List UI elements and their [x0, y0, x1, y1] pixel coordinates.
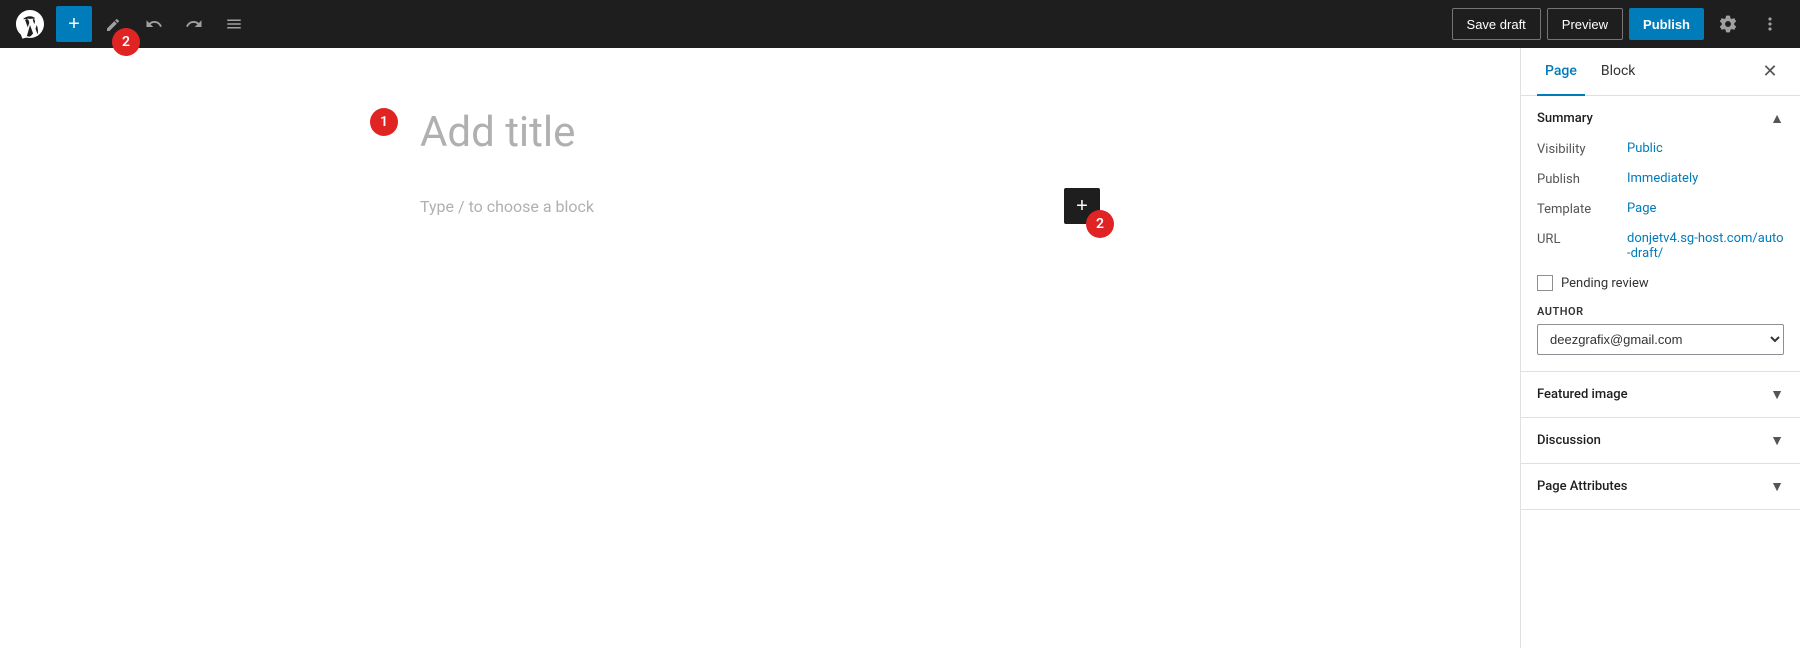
discussion-chevron-icon: ▼: [1770, 432, 1784, 449]
template-row: Template Page: [1537, 201, 1784, 217]
block-add-container: + 2: [1064, 188, 1100, 224]
preview-button[interactable]: Preview: [1547, 8, 1623, 40]
author-section: AUTHOR deezgrafix@gmail.com: [1537, 305, 1784, 355]
document-overview-button[interactable]: [216, 6, 252, 42]
discussion-section: Discussion ▼: [1521, 418, 1800, 464]
block-placeholder[interactable]: Type / to choose a block: [420, 197, 594, 216]
url-row: URL donjetv4.sg-host.com/auto-draft/: [1537, 231, 1784, 261]
summary-title: Summary: [1537, 111, 1593, 126]
block-area: Type / to choose a block + 2: [420, 188, 1100, 224]
title-section: 1 Add title: [420, 108, 1100, 158]
badge-1-indicator: 1: [370, 108, 398, 136]
publish-button[interactable]: Publish: [1629, 8, 1704, 40]
undo-button[interactable]: [136, 6, 172, 42]
title-input[interactable]: Add title: [420, 108, 1100, 158]
toolbar-right: Save draft Preview Publish: [1452, 6, 1788, 42]
pending-review-checkbox[interactable]: [1537, 275, 1553, 291]
editor-content: 1 Add title Type / to choose a block + 2: [340, 48, 1180, 284]
sidebar: Page Block ✕ Summary ▲ Visibility Public…: [1520, 48, 1800, 648]
featured-image-title: Featured image: [1537, 387, 1628, 402]
settings-button[interactable]: [1710, 6, 1746, 42]
featured-image-section: Featured image ▼: [1521, 372, 1800, 418]
summary-section-body: Visibility Public Publish Immediately Te…: [1521, 141, 1800, 371]
toolbar-left: + 2: [12, 6, 1448, 42]
featured-image-header[interactable]: Featured image ▼: [1521, 372, 1800, 417]
save-draft-button[interactable]: Save draft: [1452, 8, 1541, 40]
url-label: URL: [1537, 231, 1627, 247]
summary-chevron-icon: ▲: [1770, 110, 1784, 127]
page-attributes-title: Page Attributes: [1537, 479, 1627, 494]
publish-label: Publish: [1537, 171, 1627, 187]
discussion-title: Discussion: [1537, 433, 1601, 448]
page-attributes-header[interactable]: Page Attributes ▼: [1521, 464, 1800, 509]
summary-section: Summary ▲ Visibility Public Publish Imme…: [1521, 96, 1800, 372]
pending-review-row: Pending review: [1537, 275, 1784, 291]
sidebar-tabs: Page Block ✕: [1521, 48, 1800, 96]
page-attributes-section: Page Attributes ▼: [1521, 464, 1800, 510]
visibility-value[interactable]: Public: [1627, 141, 1663, 156]
tab-block[interactable]: Block: [1593, 48, 1644, 96]
author-select[interactable]: deezgrafix@gmail.com: [1537, 324, 1784, 355]
discussion-header[interactable]: Discussion ▼: [1521, 418, 1800, 463]
template-value[interactable]: Page: [1627, 201, 1656, 216]
main-area: 1 Add title Type / to choose a block + 2…: [0, 48, 1800, 648]
publish-row: Publish Immediately: [1537, 171, 1784, 187]
redo-button[interactable]: [176, 6, 212, 42]
visibility-label: Visibility: [1537, 141, 1627, 157]
author-label: AUTHOR: [1537, 305, 1784, 318]
tab-page[interactable]: Page: [1537, 48, 1585, 96]
main-toolbar: + 2 Save draft Pre: [0, 0, 1800, 48]
page-attributes-chevron-icon: ▼: [1770, 478, 1784, 495]
summary-section-header[interactable]: Summary ▲: [1521, 96, 1800, 141]
pending-review-label: Pending review: [1561, 276, 1649, 291]
wp-logo[interactable]: [12, 6, 48, 42]
featured-image-chevron-icon: ▼: [1770, 386, 1784, 403]
add-block-button[interactable]: +: [56, 6, 92, 42]
template-label: Template: [1537, 201, 1627, 217]
editor-area[interactable]: 1 Add title Type / to choose a block + 2: [0, 48, 1520, 648]
badge-2-indicator: 2: [112, 28, 140, 56]
sidebar-close-button[interactable]: ✕: [1756, 58, 1784, 86]
badge-2-block-indicator: 2: [1086, 210, 1114, 238]
url-value[interactable]: donjetv4.sg-host.com/auto-draft/: [1627, 231, 1784, 261]
visibility-row: Visibility Public: [1537, 141, 1784, 157]
add-btn-container: + 2: [56, 6, 92, 42]
publish-value[interactable]: Immediately: [1627, 171, 1698, 186]
more-options-button[interactable]: [1752, 6, 1788, 42]
